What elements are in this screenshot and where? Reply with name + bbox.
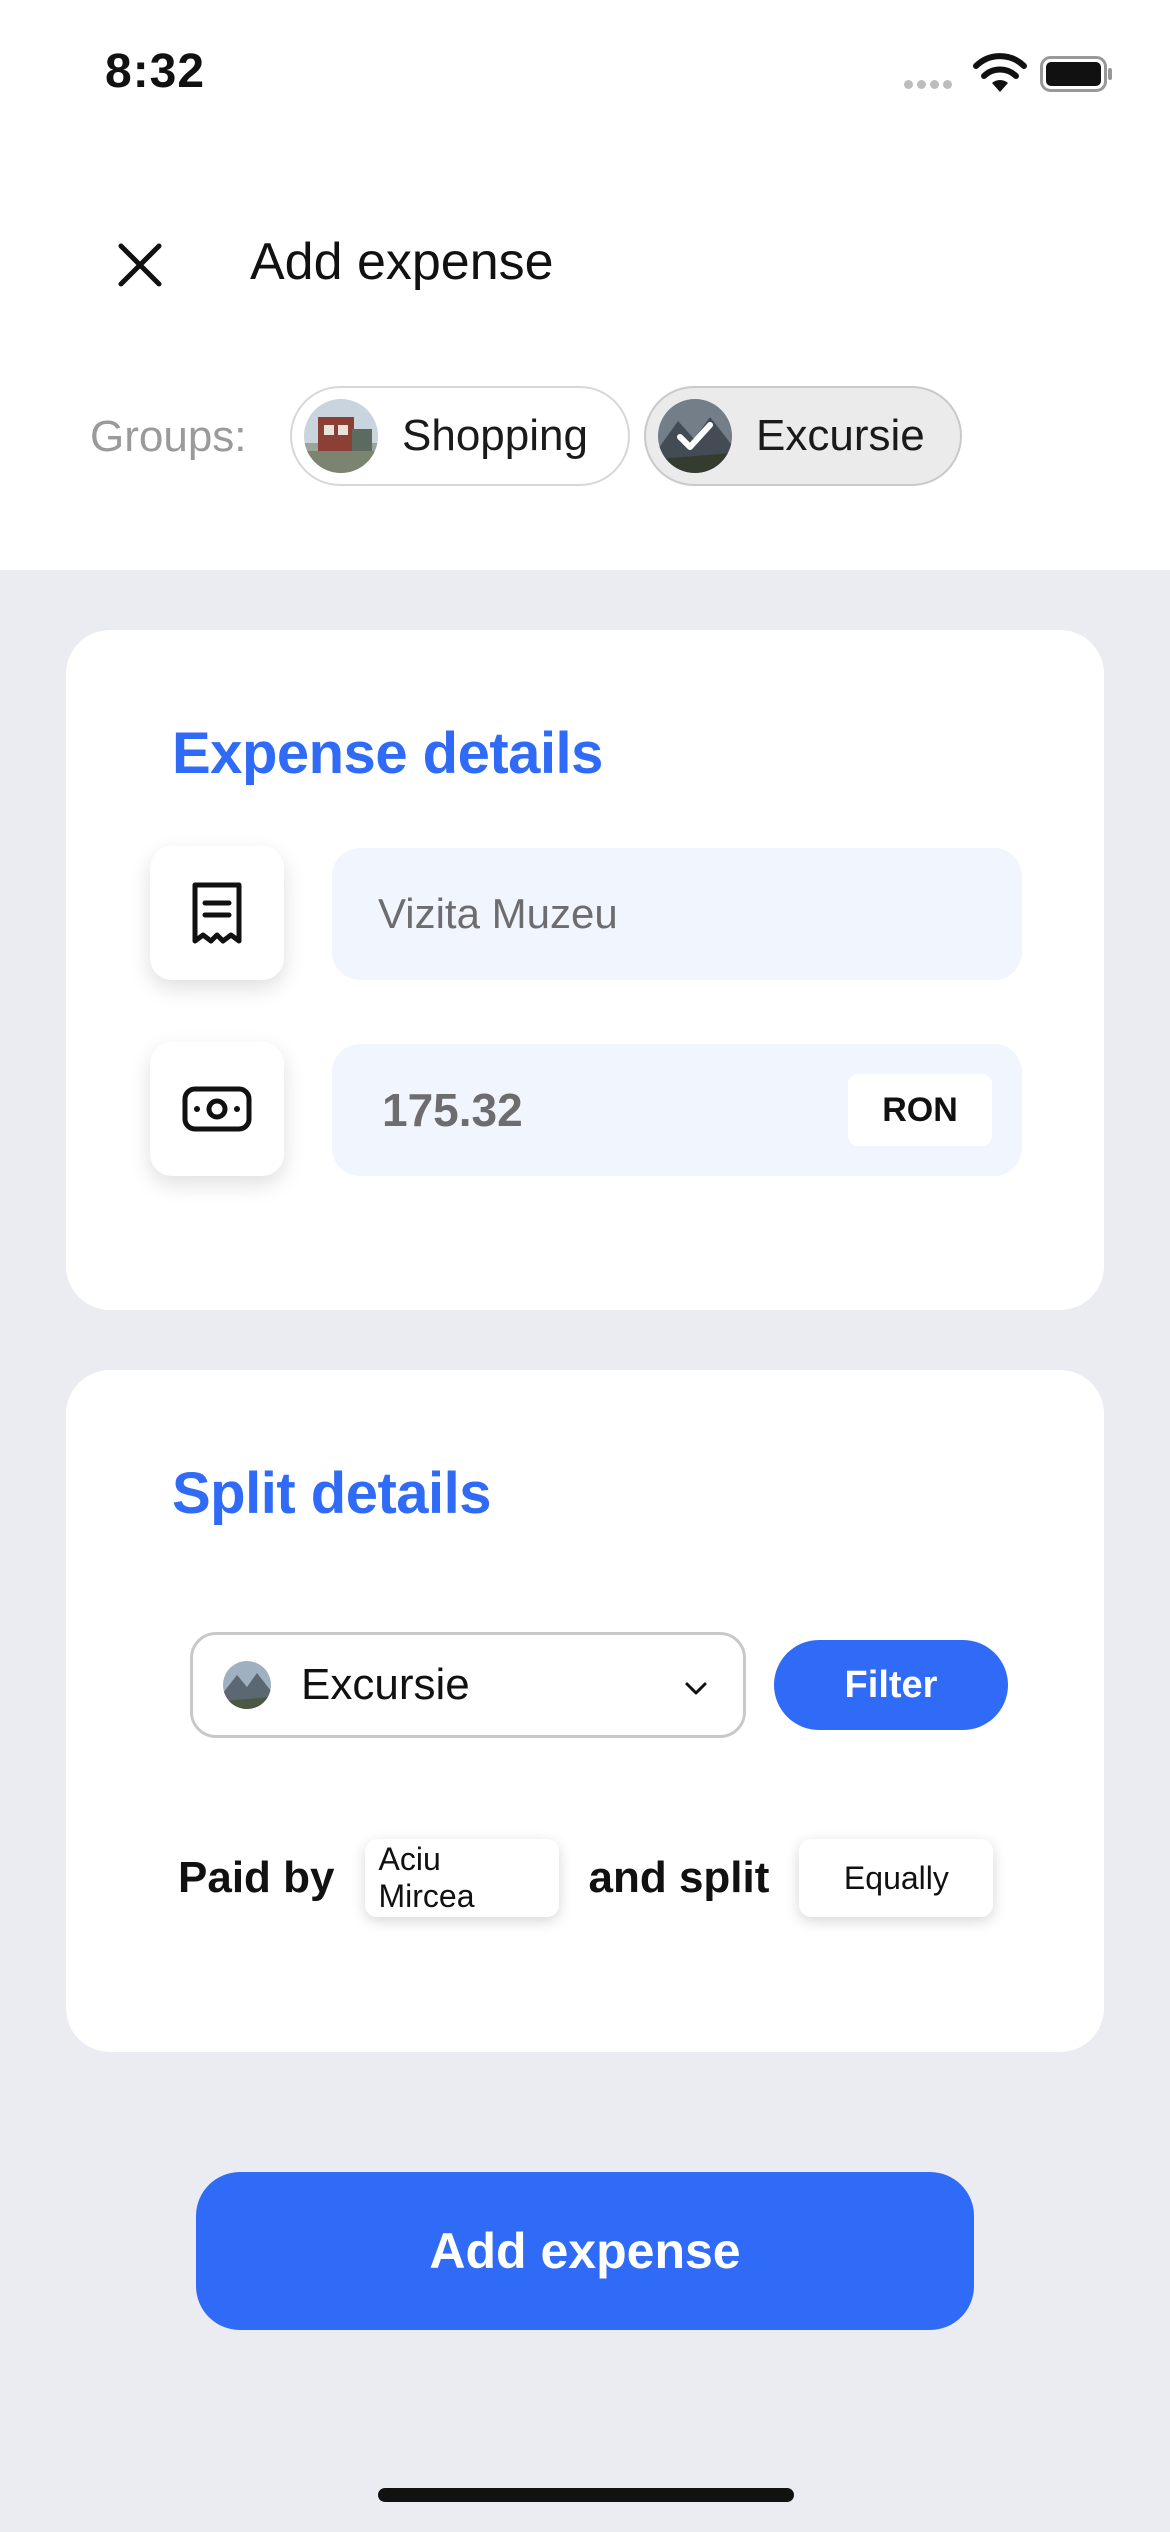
excursie-group-avatar bbox=[658, 399, 732, 473]
amount-icon-tile[interactable] bbox=[150, 1042, 284, 1176]
page-title: Add expense bbox=[250, 233, 554, 291]
group-select-value: Excursie bbox=[301, 1660, 470, 1709]
add-expense-screen: 8:32 Add expense Groups: Shopping Excurs… bbox=[0, 0, 1170, 2532]
add-expense-button[interactable]: Add expense bbox=[196, 2172, 974, 2330]
group-chip-shopping[interactable]: Shopping bbox=[290, 386, 630, 486]
split-details-card: Split details Excursie Filter Paid by Ac… bbox=[66, 1370, 1104, 2052]
amount-value: 175.32 bbox=[382, 1084, 523, 1136]
group-chip-label: Excursie bbox=[756, 411, 925, 460]
excursie-avatar bbox=[223, 1661, 271, 1709]
expense-details-title: Expense details bbox=[172, 721, 603, 786]
paid-by-label: Paid by bbox=[178, 1853, 335, 1902]
filter-button[interactable]: Filter bbox=[774, 1640, 1008, 1730]
expense-details-card: Expense details Vizita Muzeu 175.32 RON bbox=[66, 630, 1104, 1310]
banknote-icon bbox=[182, 1086, 252, 1132]
currency-button[interactable]: RON bbox=[848, 1074, 992, 1146]
split-details-title: Split details bbox=[172, 1461, 492, 1526]
payer-button[interactable]: Aciu Mircea bbox=[364, 1839, 559, 1917]
receipt-icon bbox=[192, 882, 242, 944]
split-mode-button[interactable]: Equally bbox=[799, 1839, 994, 1917]
group-select-dropdown[interactable]: Excursie bbox=[190, 1632, 746, 1738]
group-chip-label: Shopping bbox=[402, 411, 588, 460]
wifi-icon bbox=[973, 53, 1027, 92]
description-field[interactable]: Vizita Muzeu bbox=[332, 848, 1022, 980]
cellular-signal-icon bbox=[904, 80, 952, 89]
status-time: 8:32 bbox=[105, 45, 206, 98]
and-split-label: and split bbox=[588, 1853, 770, 1902]
battery-icon bbox=[1040, 56, 1112, 92]
amount-field[interactable]: 175.32 RON bbox=[332, 1044, 1022, 1176]
group-chip-excursie[interactable]: Excursie bbox=[644, 386, 962, 486]
description-value: Vizita Muzeu bbox=[378, 890, 618, 937]
home-indicator[interactable] bbox=[378, 2488, 794, 2502]
groups-label: Groups: bbox=[90, 412, 247, 461]
close-button[interactable] bbox=[105, 230, 175, 300]
paid-by-row: Paid by Aciu Mircea and split Equally bbox=[178, 1838, 994, 1918]
chevron-down-icon bbox=[685, 1682, 707, 1695]
description-icon-tile[interactable] bbox=[150, 846, 284, 980]
close-icon bbox=[118, 243, 162, 287]
shopping-group-avatar bbox=[304, 399, 378, 473]
